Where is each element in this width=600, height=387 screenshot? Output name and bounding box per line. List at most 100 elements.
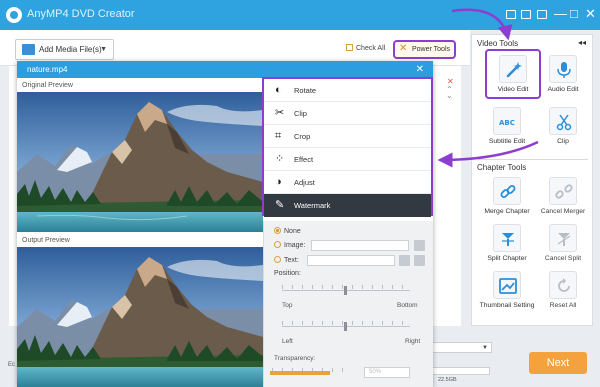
cancel-split-tool[interactable]: Cancel Split (535, 224, 591, 263)
menu-item-label: Adjust (294, 178, 315, 187)
collapse-icon[interactable]: ◂◂ (578, 38, 586, 47)
video-tools-title: Video Tools (477, 39, 519, 48)
clip-tool[interactable]: Clip (535, 107, 591, 146)
feedback-icon[interactable] (537, 10, 547, 19)
transparency-slider[interactable] (270, 371, 330, 375)
slider-thumb[interactable] (344, 286, 347, 295)
transparency-value-field[interactable]: 50% (364, 367, 410, 378)
title-bar: AnyMP4 DVD Creator — □ ✕ (0, 0, 600, 30)
chapter-tools-title: Chapter Tools (477, 163, 527, 172)
browse-image-icon[interactable] (414, 240, 425, 251)
reset-icon (549, 271, 577, 299)
add-media-button[interactable]: Add Media File(s) ▼ (15, 39, 114, 60)
brush-icon: ✎ (275, 199, 285, 211)
watermark-settings: None Image: Text: Position: Top Bottom L… (263, 221, 433, 387)
cancel-split-label: Cancel Split (544, 255, 582, 262)
video-edit-tool[interactable]: Video Edit (485, 49, 541, 99)
menu-item-clip[interactable]: ✂ Clip (264, 102, 431, 125)
check-all-checkbox[interactable]: Check All (346, 44, 385, 52)
effect-icon: ⁘ (275, 153, 285, 165)
image-path-field[interactable] (311, 240, 409, 251)
reorder-arrows-icon[interactable]: ⌃ ⌄ (446, 86, 453, 100)
bottom-left-text: Ec (8, 362, 16, 368)
split-chapter-tool[interactable]: Split Chapter (479, 224, 535, 263)
scissors-icon: ✂ (275, 107, 285, 119)
position-label: Position: (274, 270, 301, 277)
reset-all-label: Reset All (549, 302, 577, 309)
check-all-label: Check All (356, 45, 386, 52)
tools-panel: Video Tools ◂◂ Video Edit Audio Edit ABC… (471, 34, 593, 326)
cancel-split-icon (549, 224, 577, 252)
menu-item-label: Crop (294, 132, 311, 141)
checkbox-icon[interactable] (346, 44, 353, 51)
radio-icon[interactable] (274, 241, 281, 248)
cart-icon[interactable] (506, 10, 516, 19)
watermark-none-option[interactable]: None (274, 226, 301, 237)
tools-icon: ✕ (399, 43, 408, 54)
thumbnail-icon (493, 271, 521, 299)
menu-item-label: Rotate (294, 86, 317, 95)
minimize-button[interactable]: — (554, 6, 567, 22)
transparency-label: Transparency: (274, 355, 316, 362)
none-label: None (284, 228, 301, 235)
cancel-merger-tool[interactable]: Cancel Merger (535, 177, 591, 216)
adjust-icon: ◑ (275, 176, 282, 188)
left-label: Left (282, 338, 293, 345)
thumbnail-setting-label: Thumbnail Setting (479, 302, 535, 309)
rotate-icon: ◐ (275, 84, 282, 96)
radio-icon[interactable] (274, 227, 281, 234)
crop-icon: ⌗ (275, 130, 282, 142)
dialog-title-bar: nature.mp4 ✕ (17, 61, 433, 78)
font-icon[interactable] (399, 255, 410, 266)
slider-thumb[interactable] (344, 322, 347, 331)
original-preview-label: Original Preview (22, 82, 73, 89)
next-button[interactable]: Next (529, 352, 587, 374)
watermark-text-field[interactable] (307, 255, 395, 266)
subtitle-edit-tool[interactable]: ABC Subtitle Edit (479, 107, 535, 146)
audio-edit-tool[interactable]: Audio Edit (535, 55, 591, 94)
storage-bar (432, 367, 490, 375)
menu-item-label: Clip (294, 109, 307, 118)
watermark-text-option[interactable]: Text: (274, 255, 299, 266)
app-logo (6, 7, 22, 23)
power-tools-label: Power Tools (412, 46, 451, 53)
magic-wand-icon (499, 55, 527, 83)
color-icon[interactable] (414, 255, 425, 266)
power-tools-button[interactable]: ✕ Power Tools (393, 40, 456, 59)
svg-text:ABC: ABC (499, 119, 515, 127)
output-preview-label: Output Preview (22, 237, 70, 244)
dialog-title: nature.mp4 (27, 65, 68, 74)
register-icon[interactable] (521, 10, 531, 19)
close-icon[interactable]: ✕ (416, 61, 424, 78)
chevron-down-icon[interactable]: ▼ (482, 343, 488, 353)
radio-icon[interactable] (274, 256, 281, 263)
split-chapter-label: Split Chapter (487, 255, 527, 262)
original-preview (17, 92, 263, 232)
chain-link-icon (493, 177, 521, 205)
broken-link-icon (549, 177, 577, 205)
menu-item-watermark[interactable]: ✎ Watermark (264, 194, 431, 217)
menu-item-label: Effect (294, 155, 314, 164)
chevron-down-icon[interactable]: ▼ (100, 40, 107, 59)
top-label: Top (282, 302, 293, 309)
edit-menu: ◐ Rotate ✂ Clip ⌗ Crop ⁘ Effect ◑ Adjust ✎ Wat… (262, 77, 433, 217)
storage-capacity: 22.5GB (438, 377, 457, 383)
menu-item-rotate[interactable]: ◐ Rotate (264, 79, 431, 102)
app-window: AnyMP4 DVD Creator — □ ✕ Add Media File(… (0, 0, 600, 387)
image-label: Image: (284, 242, 306, 249)
reset-all-tool[interactable]: Reset All (535, 271, 591, 310)
menu-item-crop[interactable]: ⌗ Crop (264, 125, 431, 148)
video-edit-label: Video Edit (497, 86, 529, 93)
menu-item-effect[interactable]: ⁘ Effect (264, 148, 431, 171)
close-window-button[interactable]: ✕ (585, 6, 596, 22)
merge-chapter-tool[interactable]: Merge Chapter (479, 177, 535, 216)
thumbnail-setting-tool[interactable]: Thumbnail Setting (479, 271, 535, 310)
split-icon (493, 224, 521, 252)
watermark-image-option[interactable]: Image: (274, 240, 305, 251)
disc-type-select[interactable]: ▼ (432, 342, 492, 353)
maximize-button[interactable]: □ (570, 6, 578, 22)
clip-label: Clip (557, 138, 569, 145)
merge-chapter-label: Merge Chapter (484, 208, 530, 215)
cancel-merger-label: Cancel Merger (540, 208, 586, 215)
menu-item-adjust[interactable]: ◑ Adjust (264, 171, 431, 194)
